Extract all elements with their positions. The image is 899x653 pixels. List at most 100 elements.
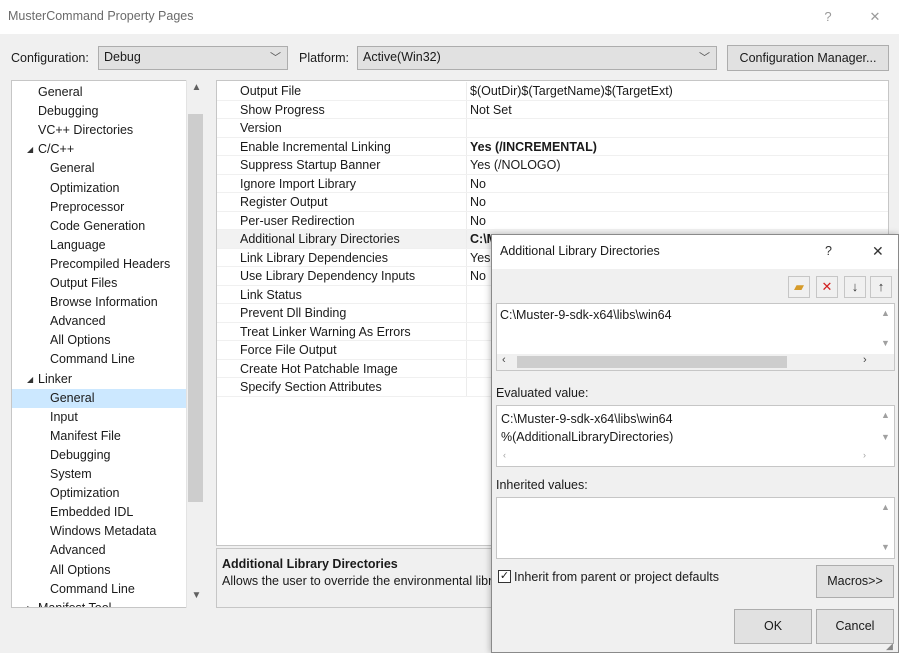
- evaluated-lines: C:\Muster-9-sdk-x64\libs\win64 %(Addition…: [501, 410, 673, 446]
- column-separator: [466, 359, 467, 377]
- arrow-down-icon[interactable]: ↓: [844, 276, 866, 298]
- ok-button[interactable]: OK: [734, 609, 812, 644]
- tree-item-label: System: [50, 467, 92, 481]
- scroll-up-icon[interactable]: ▲: [881, 410, 890, 420]
- macros-button[interactable]: Macros>>: [816, 565, 894, 598]
- tree-item[interactable]: General: [12, 83, 186, 102]
- property-value[interactable]: Yes (/INCREMENTAL): [470, 140, 597, 154]
- property-name: Link Library Dependencies: [240, 250, 389, 265]
- scroll-down-icon[interactable]: ▼: [881, 338, 890, 348]
- property-value[interactable]: $(OutDir)$(TargetName)$(TargetExt): [470, 84, 673, 98]
- dialog-close-button[interactable]: ✕: [872, 243, 884, 260]
- tree-item[interactable]: Manifest File: [12, 427, 186, 446]
- directories-list[interactable]: C:\Muster-9-sdk-x64\libs\win64 ▲ ▼ ‹ ›: [496, 303, 895, 371]
- tree-item[interactable]: Debugging: [12, 102, 186, 121]
- tree-item[interactable]: General: [12, 388, 186, 408]
- tree-item[interactable]: Input: [12, 408, 186, 427]
- tree-item-label: Debugging: [38, 104, 99, 119]
- tree-item[interactable]: Output Files: [12, 274, 186, 293]
- tree-item[interactable]: System: [12, 465, 186, 484]
- horizontal-scroll-thumb[interactable]: [517, 356, 787, 368]
- tree-item[interactable]: Precompiled Headers: [12, 255, 186, 274]
- tree-item[interactable]: Embedded IDL: [12, 503, 186, 522]
- property-value[interactable]: No: [470, 269, 486, 283]
- scroll-down-icon[interactable]: ▼: [187, 590, 206, 601]
- grid-row[interactable]: Show Progress Not Set: [217, 100, 888, 119]
- delete-icon[interactable]: ✕: [816, 276, 838, 298]
- close-button[interactable]: ✕: [864, 6, 886, 28]
- dialog-help-button[interactable]: ?: [825, 244, 832, 258]
- tree-item[interactable]: Windows Metadata: [12, 522, 186, 541]
- resize-grip-icon[interactable]: ◢: [886, 641, 893, 652]
- tree-item[interactable]: ▷ Manifest Tool: [12, 599, 186, 607]
- tree-item-label: Embedded IDL: [50, 505, 134, 520]
- tree-item[interactable]: Browse Information: [12, 293, 186, 312]
- tree-item[interactable]: Advanced: [12, 541, 186, 560]
- arrow-up-icon[interactable]: ↑: [870, 276, 892, 298]
- inherit-checkbox-label[interactable]: Inherit from parent or project defaults: [514, 570, 719, 584]
- grid-row[interactable]: Ignore Import Library No: [217, 174, 888, 193]
- expander-icon[interactable]: ◢: [27, 370, 33, 389]
- scroll-right-icon[interactable]: ›: [863, 354, 867, 366]
- tree-item[interactable]: Preprocessor: [12, 198, 186, 217]
- scroll-down-icon[interactable]: ▼: [881, 542, 890, 552]
- configuration-manager-button[interactable]: Configuration Manager...: [727, 45, 889, 71]
- cancel-button[interactable]: Cancel: [816, 609, 894, 644]
- tree-item[interactable]: Optimization: [12, 179, 186, 198]
- tree-item-label: Input: [50, 409, 78, 424]
- property-name: Output File: [240, 84, 302, 98]
- grid-row[interactable]: Per-user Redirection No: [217, 211, 888, 230]
- inherit-checkbox[interactable]: ✓: [498, 570, 511, 583]
- column-separator: [466, 82, 467, 100]
- tree-item[interactable]: All Options: [12, 331, 186, 350]
- scroll-right-icon[interactable]: ›: [863, 450, 866, 460]
- horizontal-scrollbar[interactable]: ‹ ›: [497, 354, 894, 370]
- grid-row[interactable]: Output File $(OutDir)$(TargetName)$(Targe…: [217, 82, 888, 101]
- tree-item[interactable]: ◢ C/C++: [12, 140, 186, 159]
- scroll-up-icon[interactable]: ▲: [881, 502, 890, 512]
- scroll-left-icon[interactable]: ‹: [503, 450, 506, 460]
- tree-scroll-thumb[interactable]: [188, 114, 203, 502]
- property-value[interactable]: Not Set: [470, 103, 512, 117]
- tree-item-label: Linker: [38, 371, 73, 386]
- tree-item-label: Precompiled Headers: [50, 256, 171, 271]
- tree-item[interactable]: Advanced: [12, 312, 186, 331]
- scroll-up-icon[interactable]: ▲: [187, 82, 206, 93]
- tree-item[interactable]: Debugging: [12, 446, 186, 465]
- tree-item[interactable]: Command Line: [12, 580, 186, 599]
- property-value[interactable]: No: [470, 214, 486, 228]
- scroll-up-icon[interactable]: ▲: [881, 308, 890, 318]
- column-separator: [466, 211, 467, 229]
- scroll-down-icon[interactable]: ▼: [881, 432, 890, 442]
- tree-item-label: VC++ Directories: [38, 123, 134, 138]
- tree-item[interactable]: Command Line: [12, 350, 186, 369]
- expander-icon[interactable]: ◢: [27, 140, 33, 159]
- directory-entry[interactable]: C:\Muster-9-sdk-x64\libs\win64: [500, 308, 672, 322]
- expander-icon[interactable]: ▷: [27, 599, 33, 607]
- tree-item[interactable]: Language: [12, 236, 186, 255]
- tree-item-label: Advanced: [50, 314, 106, 329]
- grid-row[interactable]: Register Output No: [217, 193, 888, 212]
- property-value[interactable]: Yes: [470, 251, 490, 265]
- tree-item[interactable]: VC++ Directories: [12, 121, 186, 140]
- configuration-dropdown[interactable]: Debug ﹀: [98, 46, 288, 70]
- grid-row[interactable]: Suppress Startup Banner Yes (/NOLOGO): [217, 156, 888, 175]
- tree-item[interactable]: Code Generation: [12, 217, 186, 236]
- property-name: Register Output: [240, 195, 328, 209]
- tree-item[interactable]: Optimization: [12, 484, 186, 503]
- property-value[interactable]: No: [470, 195, 486, 209]
- property-value[interactable]: Yes (/NOLOGO): [470, 158, 561, 172]
- tree-item[interactable]: ◢ Linker: [12, 370, 186, 389]
- grid-row[interactable]: Version: [217, 119, 888, 138]
- grid-row[interactable]: Enable Incremental Linking Yes (/INCREMEN…: [217, 137, 888, 156]
- property-name: Show Progress: [240, 102, 325, 117]
- scroll-left-icon[interactable]: ‹: [502, 354, 506, 366]
- dialog-title-bar: Additional Library Directories ? ✕: [492, 235, 898, 269]
- tree-item[interactable]: General: [12, 159, 186, 178]
- directories-entries: C:\Muster-9-sdk-x64\libs\win64: [500, 308, 672, 322]
- platform-dropdown[interactable]: Active(Win32) ﹀: [357, 46, 717, 70]
- folder-new-icon[interactable]: ▰: [788, 276, 810, 298]
- help-button[interactable]: ?: [817, 6, 839, 28]
- tree-item[interactable]: All Options: [12, 561, 186, 580]
- property-value[interactable]: No: [470, 177, 486, 191]
